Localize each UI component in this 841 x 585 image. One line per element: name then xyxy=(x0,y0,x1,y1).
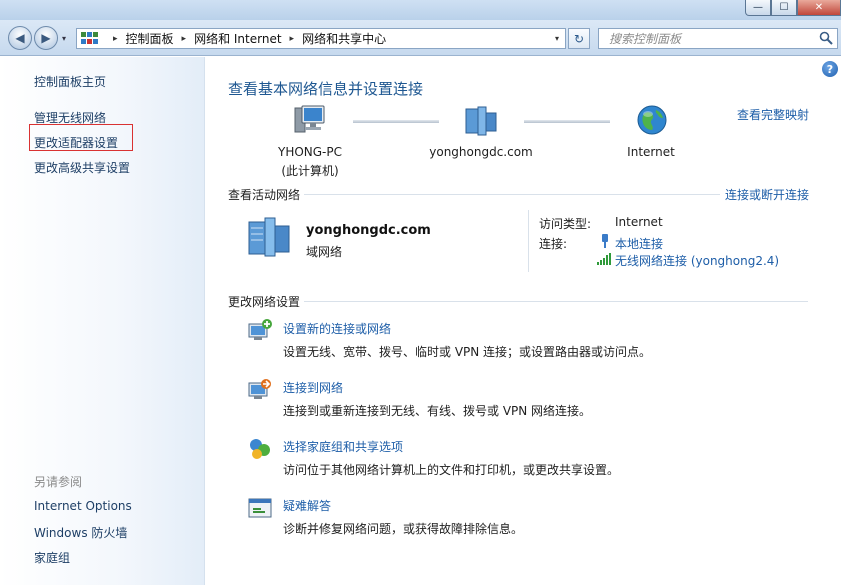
task-troubleshoot-link[interactable]: 疑难解答 xyxy=(283,497,331,514)
globe-icon xyxy=(637,105,667,135)
breadcrumb-network-internet[interactable]: 网络和 Internet xyxy=(194,30,281,47)
page-title: 查看基本网络信息并设置连接 xyxy=(228,80,424,98)
map-node-sublabel: (此计算机) xyxy=(281,164,339,178)
help-icon[interactable]: ? xyxy=(822,61,838,77)
see-also-heading: 另请参阅 xyxy=(34,475,83,489)
map-node-label: YHONG-PC xyxy=(277,145,343,159)
sidebar-item-internet-options[interactable]: Internet Options xyxy=(34,499,132,513)
view-full-map-link[interactable]: 查看完整映射 xyxy=(737,106,809,123)
task-description: 设置无线、宽带、拨号、临时或 VPN 连接；或设置路由器或访问点。 xyxy=(283,345,652,359)
forward-button[interactable]: ▶ xyxy=(34,26,58,50)
connect-disconnect-link[interactable]: 连接或断开连接 xyxy=(725,186,809,203)
breadcrumb-separator[interactable]: ▸ xyxy=(182,34,187,44)
task-homegroup-sharing-link[interactable]: 选择家庭组和共享选项 xyxy=(283,438,403,455)
minimize-button[interactable]: — xyxy=(745,0,771,16)
task-setup-connection-link[interactable]: 设置新的连接或网络 xyxy=(283,320,391,337)
sidebar-item-change-adapter-settings[interactable]: 更改适配器设置 xyxy=(34,134,118,151)
maximize-button[interactable]: ☐ xyxy=(771,0,797,16)
new-connection-icon xyxy=(248,319,272,340)
vertical-divider xyxy=(528,210,529,272)
sidebar-item-windows-firewall[interactable]: Windows 防火墙 xyxy=(34,524,127,541)
breadcrumb-separator[interactable]: ▸ xyxy=(290,34,295,44)
map-node-label: Internet xyxy=(627,145,675,159)
connection-line xyxy=(524,120,610,123)
wifi-signal-icon xyxy=(597,253,611,265)
recent-pages-dropdown[interactable]: ▾ xyxy=(62,34,66,43)
search-placeholder: 搜索控制面板 xyxy=(609,32,682,46)
task-description: 连接到或重新连接到无线、有线、拨号或 VPN 网络连接。 xyxy=(283,404,592,418)
change-settings-heading: 更改网络设置 xyxy=(228,295,301,309)
access-type-label: 访问类型: xyxy=(539,217,592,231)
sidebar: 控制面板主页 管理无线网络 更改适配器设置 更改高级共享设置 另请参阅 Inte… xyxy=(0,57,205,585)
task-connect-network-link[interactable]: 连接到网络 xyxy=(283,379,343,396)
domain-network-icon xyxy=(248,217,290,257)
connections-label: 连接: xyxy=(539,237,568,251)
section-divider xyxy=(304,194,720,195)
sidebar-item-advanced-sharing[interactable]: 更改高级共享设置 xyxy=(34,159,130,176)
sidebar-item-homegroup[interactable]: 家庭组 xyxy=(34,549,70,566)
task-description: 访问位于其他网络计算机上的文件和打印机，或更改共享设置。 xyxy=(283,463,620,477)
window-controls: — ☐ ✕ xyxy=(745,0,841,16)
control-panel-network-icon xyxy=(81,31,99,46)
sidebar-item-control-panel-home[interactable]: 控制面板主页 xyxy=(34,73,106,90)
active-networks-heading: 查看活动网络 xyxy=(228,188,301,202)
connection-local-link[interactable]: 本地连接 xyxy=(615,235,663,252)
homegroup-icon xyxy=(250,439,270,459)
search-input[interactable]: 搜索控制面板 xyxy=(598,28,838,49)
address-dropdown-icon[interactable]: ▾ xyxy=(549,34,565,43)
address-bar[interactable]: ▸ 控制面板 ▸ 网络和 Internet ▸ 网络和共享中心 ▾ xyxy=(76,28,566,49)
connect-network-icon xyxy=(248,379,271,399)
connection-line xyxy=(353,120,439,123)
troubleshoot-icon xyxy=(248,498,272,518)
map-node-label: yonghongdc.com xyxy=(429,145,533,159)
back-button[interactable]: ◀ xyxy=(8,26,32,50)
connection-wireless-link[interactable]: 无线网络连接 (yonghong2.4) xyxy=(615,252,779,269)
computer-icon xyxy=(294,105,325,133)
network-name: yonghongdc.com xyxy=(306,223,431,238)
navigation-bar: ◀ ▶ ▾ ▸ 控制面板 ▸ 网络和 Internet ▸ 网络和共享中心 ▾ … xyxy=(0,20,841,56)
network-type[interactable]: 域网络 xyxy=(306,243,342,260)
section-divider xyxy=(304,301,808,302)
access-type-value: Internet xyxy=(615,215,663,229)
task-description: 诊断并修复网络问题，或获得故障排除信息。 xyxy=(283,522,524,536)
refresh-button[interactable]: ↻ xyxy=(568,28,590,49)
domain-network-icon xyxy=(465,106,497,136)
ethernet-icon xyxy=(602,234,608,248)
breadcrumb-network-sharing-center[interactable]: 网络和共享中心 xyxy=(302,30,386,47)
breadcrumb-separator: ▸ xyxy=(113,33,118,44)
close-button[interactable]: ✕ xyxy=(797,0,841,16)
breadcrumb-control-panel[interactable]: 控制面板 xyxy=(126,30,174,47)
title-bar: — ☐ ✕ xyxy=(0,0,841,20)
search-icon[interactable] xyxy=(819,31,833,45)
